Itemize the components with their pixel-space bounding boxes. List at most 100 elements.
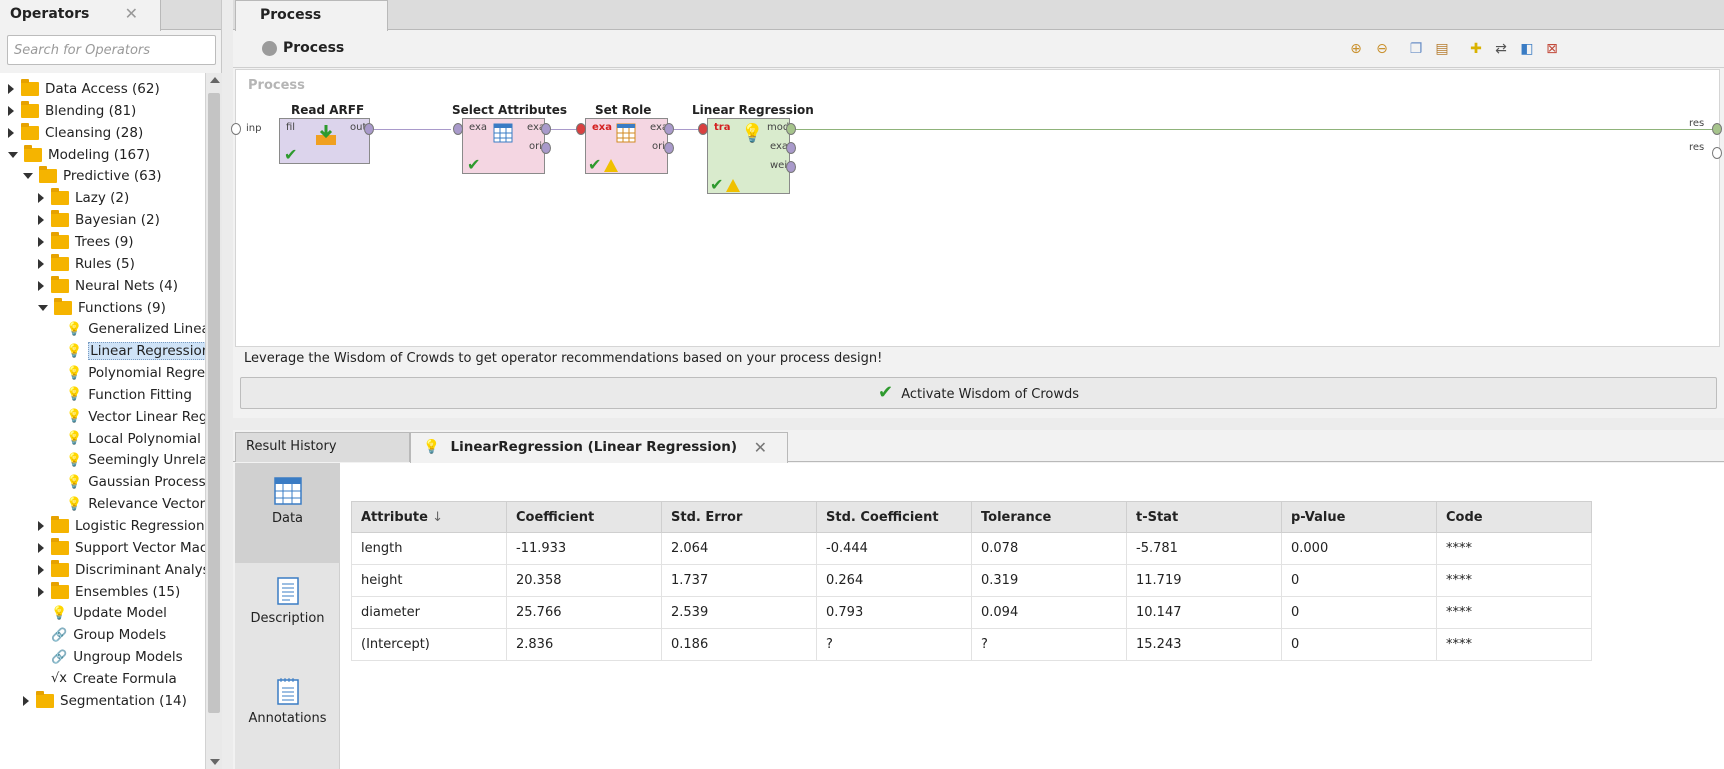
copy-icon[interactable]: ❐ bbox=[1407, 40, 1425, 58]
expand-arrow-right-icon[interactable] bbox=[38, 564, 44, 575]
tree-folder[interactable]: Predictive (63) bbox=[23, 164, 162, 188]
tree-folder[interactable]: Blending (81) bbox=[8, 99, 136, 123]
expand-arrow-right-icon[interactable] bbox=[8, 105, 14, 116]
tree-folder[interactable]: Data Access (62) bbox=[8, 77, 160, 101]
tree-folder[interactable]: Trees (9) bbox=[38, 230, 134, 254]
select-attributes-in-port[interactable] bbox=[453, 123, 463, 135]
column-header[interactable]: Std. Error bbox=[661, 501, 817, 533]
expand-arrow-right-icon[interactable] bbox=[38, 280, 44, 291]
linear-regression-in-port[interactable] bbox=[698, 123, 708, 135]
layers-icon[interactable]: ◧ bbox=[1518, 40, 1536, 58]
tree-folder[interactable]: Modeling (167) bbox=[8, 143, 150, 167]
expand-arrow-right-icon[interactable] bbox=[38, 542, 44, 553]
tree-operator[interactable]: 💡 Local Polynomial R bbox=[66, 427, 205, 451]
operator-search-input[interactable]: Search for Operators bbox=[7, 35, 216, 65]
tree-operator[interactable]: 💡 Relevance Vector I bbox=[66, 492, 205, 516]
wire-read-select[interactable] bbox=[366, 129, 451, 130]
tree-folder[interactable]: Support Vector Mach bbox=[38, 536, 205, 560]
arrange-icon[interactable]: ⊠ bbox=[1543, 40, 1561, 58]
read-arff-out-port[interactable] bbox=[364, 123, 374, 135]
expand-arrow-right-icon[interactable] bbox=[8, 84, 14, 94]
scroll-up-arrow-icon[interactable] bbox=[210, 77, 220, 83]
tree-operator[interactable]: √x Create Formula bbox=[51, 667, 177, 691]
linear-regression-wei-port[interactable] bbox=[786, 161, 796, 173]
paste-icon[interactable]: ▤ bbox=[1433, 40, 1451, 58]
tree-folder[interactable]: Rules (5) bbox=[38, 252, 135, 276]
view-data-button[interactable]: Data bbox=[235, 463, 340, 563]
close-icon[interactable]: ✕ bbox=[125, 4, 138, 23]
close-icon[interactable]: ✕ bbox=[754, 438, 767, 457]
wire-linreg-result[interactable] bbox=[791, 129, 1719, 130]
tree-folder[interactable]: Lazy (2) bbox=[38, 186, 129, 210]
set-role-operator[interactable]: exa exa ori ✔ bbox=[585, 118, 668, 174]
result-port-1[interactable] bbox=[1712, 123, 1722, 135]
expand-arrow-down-icon[interactable] bbox=[23, 173, 33, 180]
set-role-in-port[interactable] bbox=[576, 123, 586, 135]
table-row[interactable]: (Intercept) 2.836 0.186?? 15.243 0 **** bbox=[351, 628, 1592, 661]
tab-linear-regression-result[interactable]: 💡 LinearRegression (Linear Regression) ✕ bbox=[410, 432, 788, 463]
tree-operator[interactable]: 💡 Generalized Linear bbox=[66, 317, 205, 341]
sort-descending-icon[interactable]: ↓ bbox=[428, 510, 443, 525]
tree-folder[interactable]: Cleansing (28) bbox=[8, 121, 143, 145]
tree-operator[interactable]: 💡 Update Model bbox=[51, 601, 167, 625]
process-canvas[interactable]: Process inp Read ARFF fil out ✔ Select A… bbox=[231, 69, 1722, 347]
scroll-thumb[interactable] bbox=[208, 93, 220, 713]
process-input-port[interactable] bbox=[231, 123, 241, 135]
expand-arrow-right-icon[interactable] bbox=[38, 586, 44, 597]
zoom-out-icon[interactable]: ⊖ bbox=[1373, 40, 1391, 58]
process-breadcrumb[interactable]: Process bbox=[283, 40, 344, 56]
table-row[interactable]: diameter 25.766 2.539 0.793 0.094 10.147 0 **** bbox=[351, 596, 1592, 629]
tree-folder[interactable]: Segmentation (14) bbox=[23, 689, 187, 713]
zoom-in-icon[interactable]: ⊕ bbox=[1347, 40, 1365, 58]
select-attributes-operator[interactable]: exa exa ori ✔ bbox=[462, 118, 545, 174]
view-description-button[interactable]: Description bbox=[235, 563, 340, 663]
tab-result-history[interactable]: Result History bbox=[235, 432, 410, 462]
column-header[interactable]: Coefficient bbox=[506, 501, 662, 533]
expand-arrow-right-icon[interactable] bbox=[38, 193, 44, 204]
tree-folder[interactable]: Discriminant Analysis bbox=[38, 558, 205, 582]
tree-folder[interactable]: Functions (9) bbox=[38, 296, 166, 320]
tree-operator[interactable]: 🔗 Ungroup Models bbox=[51, 645, 183, 669]
tree-operator[interactable]: 🔗 Group Models bbox=[51, 623, 166, 647]
tree-operator[interactable]: 💡 Polynomial Regres bbox=[66, 361, 205, 385]
expand-arrow-right-icon[interactable] bbox=[38, 521, 44, 531]
expand-arrow-down-icon[interactable] bbox=[8, 151, 18, 158]
tree-operator[interactable]: 💡 Function Fitting bbox=[66, 383, 192, 407]
result-port-2[interactable] bbox=[1712, 147, 1722, 159]
expand-arrow-right-icon[interactable] bbox=[8, 127, 14, 138]
select-attributes-ori-port[interactable] bbox=[541, 142, 551, 154]
column-header[interactable]: Std. Coefficient bbox=[816, 501, 972, 533]
tree-operator[interactable]: 💡 Linear Regression bbox=[66, 339, 205, 363]
column-header[interactable]: p-Value bbox=[1281, 501, 1437, 533]
select-attributes-out-port[interactable] bbox=[541, 123, 551, 135]
tree-operator[interactable]: 💡 Gaussian Process bbox=[66, 470, 205, 494]
view-annotations-button[interactable]: Annotations bbox=[235, 663, 340, 763]
tree-folder[interactable]: Logistic Regression ( bbox=[38, 514, 205, 538]
column-header[interactable]: Tolerance bbox=[971, 501, 1127, 533]
operator-tree-scrollbar[interactable] bbox=[205, 73, 222, 769]
operators-tab[interactable]: Operators ✕ bbox=[0, 0, 161, 31]
set-role-ori-port[interactable] bbox=[664, 142, 674, 154]
expand-arrow-down-icon[interactable] bbox=[38, 304, 48, 311]
expand-arrow-right-icon[interactable] bbox=[23, 695, 29, 706]
table-row[interactable]: height 20.358 1.737 0.264 0.319 11.719 0 **** bbox=[351, 564, 1592, 597]
linear-regression-exa-port[interactable] bbox=[786, 142, 796, 154]
add-note-icon[interactable]: ✚ bbox=[1467, 40, 1485, 58]
tree-folder[interactable]: Ensembles (15) bbox=[38, 580, 180, 604]
column-header[interactable]: t-Stat bbox=[1126, 501, 1282, 533]
set-role-out-port[interactable] bbox=[664, 123, 674, 135]
expand-arrow-right-icon[interactable] bbox=[38, 236, 44, 247]
tree-operator[interactable]: 💡 Seemingly Unrelate bbox=[66, 448, 205, 472]
tree-folder[interactable]: Bayesian (2) bbox=[38, 208, 160, 232]
table-row[interactable]: length -11.933 2.064 -0.444 0.078 -5.781 0.000… bbox=[351, 532, 1592, 565]
scroll-down-arrow-icon[interactable] bbox=[210, 759, 220, 765]
linear-regression-mod-port[interactable] bbox=[786, 123, 796, 135]
expand-arrow-right-icon[interactable] bbox=[38, 215, 44, 226]
read-arff-operator[interactable]: fil out ✔ bbox=[279, 118, 370, 164]
process-root-icon[interactable] bbox=[262, 41, 277, 56]
tree-folder[interactable]: Neural Nets (4) bbox=[38, 274, 178, 298]
activate-wisdom-button[interactable]: ✔ Activate Wisdom of Crowds bbox=[240, 377, 1717, 409]
linear-regression-operator[interactable]: tra mod exa wei 💡 ✔ bbox=[707, 118, 790, 194]
auto-wire-icon[interactable]: ⇄ bbox=[1492, 40, 1510, 58]
column-header[interactable]: Code bbox=[1436, 501, 1592, 533]
